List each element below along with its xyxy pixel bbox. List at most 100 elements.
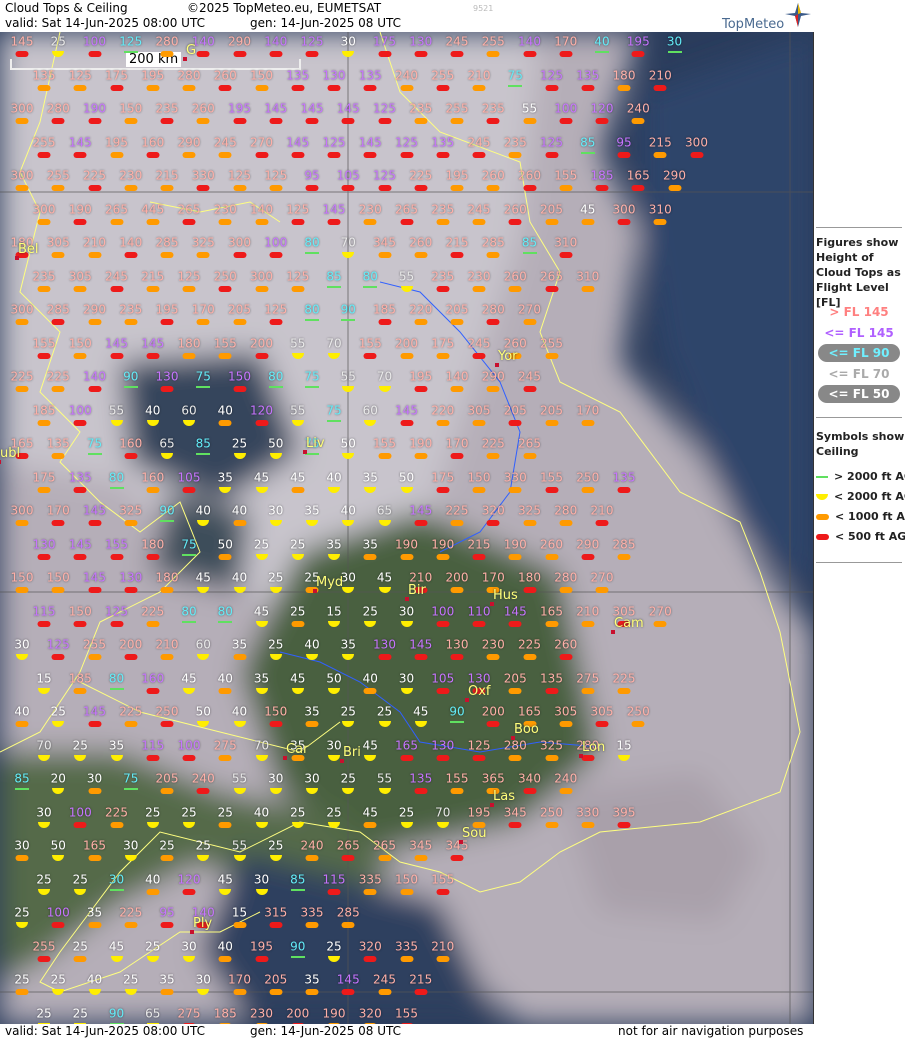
ceiling-symbol (109, 888, 124, 891)
cloud-top-label: 185 (590, 168, 614, 183)
ceiling-symbol (327, 151, 341, 158)
cloud-top-label: 20 (50, 771, 66, 786)
cloud-top-label: 155 (445, 771, 469, 786)
cloud-top-label: 250 (540, 804, 563, 819)
cloud-top-label: 30 (304, 771, 320, 786)
cloud-top-label: 160 (141, 670, 165, 685)
ceiling-symbol (110, 620, 123, 627)
ceiling-symbol (545, 687, 558, 694)
cloud-top-label: 30 (86, 771, 103, 786)
ceiling-symbol (341, 855, 355, 861)
cloud-top-label: 280 (46, 101, 70, 116)
ceiling-symbol (400, 888, 413, 895)
cloud-top-label: 150 (119, 101, 143, 116)
cloud-top-label: 25 (72, 871, 88, 886)
cloud-top-label: 30 (398, 603, 415, 618)
cloud-top-label: 25 (268, 570, 284, 585)
ceiling-symbol (269, 252, 283, 258)
ceiling-symbol (124, 252, 138, 258)
cloud-top-label: 25 (326, 804, 342, 819)
city-marker-icon (0, 460, 1, 464)
cloud-top-label: 25 (398, 804, 415, 819)
cloud-top-label: 45 (253, 469, 270, 484)
ceiling-symbol (110, 352, 123, 359)
ceiling-symbol (15, 118, 29, 124)
ceiling-symbol (15, 788, 29, 790)
cloud-top-label: 160 (119, 436, 143, 451)
ceiling-symbol (378, 185, 391, 191)
cloud-top-label: 100 (68, 804, 92, 819)
ceiling-symbol (363, 553, 377, 560)
cloud-top-label: 70 (36, 737, 52, 752)
cloud-top-label: 245 (213, 134, 237, 149)
ceiling-symbol (305, 319, 319, 321)
ceiling-symbol (233, 118, 246, 124)
cloud-top-label: 165 (83, 838, 106, 853)
cloud-top-label: 365 (481, 771, 505, 786)
cloud-top-label: 225 (141, 603, 165, 618)
cloud-top-label: 255 (481, 34, 505, 49)
cloud-top-label: 170 (445, 436, 469, 451)
cloud-top-label: 85 (580, 134, 596, 149)
cloud-top-label: 145 (395, 402, 418, 417)
cloud-top-label: 75 (195, 369, 211, 384)
header-code: 9521 (473, 4, 494, 13)
ceiling-symbol (414, 788, 428, 794)
ceiling-symbol (631, 118, 645, 124)
green-line-icon (816, 476, 828, 478)
cloud-top-label: 180 (518, 570, 541, 585)
ceiling-symbol (196, 185, 210, 191)
cloud-top-label: 305 (68, 268, 92, 283)
cloud-top-label: 315 (264, 905, 288, 920)
ceiling-symbol (414, 319, 428, 325)
cloud-top-label: 40 (14, 704, 30, 719)
ceiling-symbol (15, 520, 29, 526)
cloud-top-label: 80 (304, 302, 320, 317)
ceiling-symbol (160, 721, 174, 727)
cloud-top-label: 25 (72, 1005, 88, 1020)
cloud-top-label: 175 (431, 469, 455, 484)
cloud-top-label: 195 (626, 34, 650, 49)
cloud-top-label: 310 (554, 235, 578, 250)
cloud-top-label: 245 (467, 335, 491, 350)
cloud-top-label: 165 (518, 704, 541, 719)
ceiling-symbol (523, 587, 536, 593)
cloud-top-label: 45 (362, 804, 378, 819)
ceiling-symbol (617, 218, 631, 225)
ceiling-symbol (291, 285, 305, 292)
cloud-top-label: 55 (290, 402, 306, 417)
cloud-top-label: 95 (159, 905, 175, 920)
footer-valid-time: valid: Sat 14-Jun-2025 08:00 UTC (5, 1024, 205, 1038)
cloud-top-label: 270 (590, 570, 614, 585)
cloud-top-label: 35 (340, 637, 356, 652)
ceiling-symbol (545, 218, 558, 225)
ceiling-symbol (559, 654, 573, 660)
cloud-top-label: 225 (445, 503, 469, 518)
ceiling-symbol (110, 151, 123, 158)
cloud-top-label: 125 (540, 134, 563, 149)
cloud-top-label: 75 (326, 402, 342, 417)
ceiling-symbol (88, 721, 101, 727)
city-label: Liv (306, 436, 325, 451)
cloud-top-label: 135 (409, 771, 433, 786)
ceiling-symbol (15, 587, 29, 593)
ceiling-symbol (341, 319, 356, 321)
ceiling-symbol (88, 51, 101, 57)
cloud-top-label: 245 (105, 268, 128, 283)
cloud-top-label: 80 (268, 369, 284, 384)
cloud-top-label: 70 (435, 804, 451, 819)
red-bar-icon (816, 534, 829, 540)
cloud-top-label: 105 (431, 670, 455, 685)
cloud-top-label: 30 (14, 637, 30, 652)
cloud-top-label: 30 (398, 670, 415, 685)
ceiling-symbol (291, 486, 305, 493)
cloud-top-label: 230 (213, 201, 237, 216)
cloud-top-label: 25 (268, 838, 284, 853)
cloud-top-label: 130 (119, 570, 143, 585)
cloud-top-label: 145 (409, 503, 433, 518)
cloud-top-label: 210 (467, 67, 491, 82)
cloud-top-label: 250 (213, 268, 237, 283)
cloud-top-label: 230 (358, 201, 382, 216)
ceiling-symbol (363, 955, 377, 962)
cloud-top-label: 200 (445, 570, 469, 585)
